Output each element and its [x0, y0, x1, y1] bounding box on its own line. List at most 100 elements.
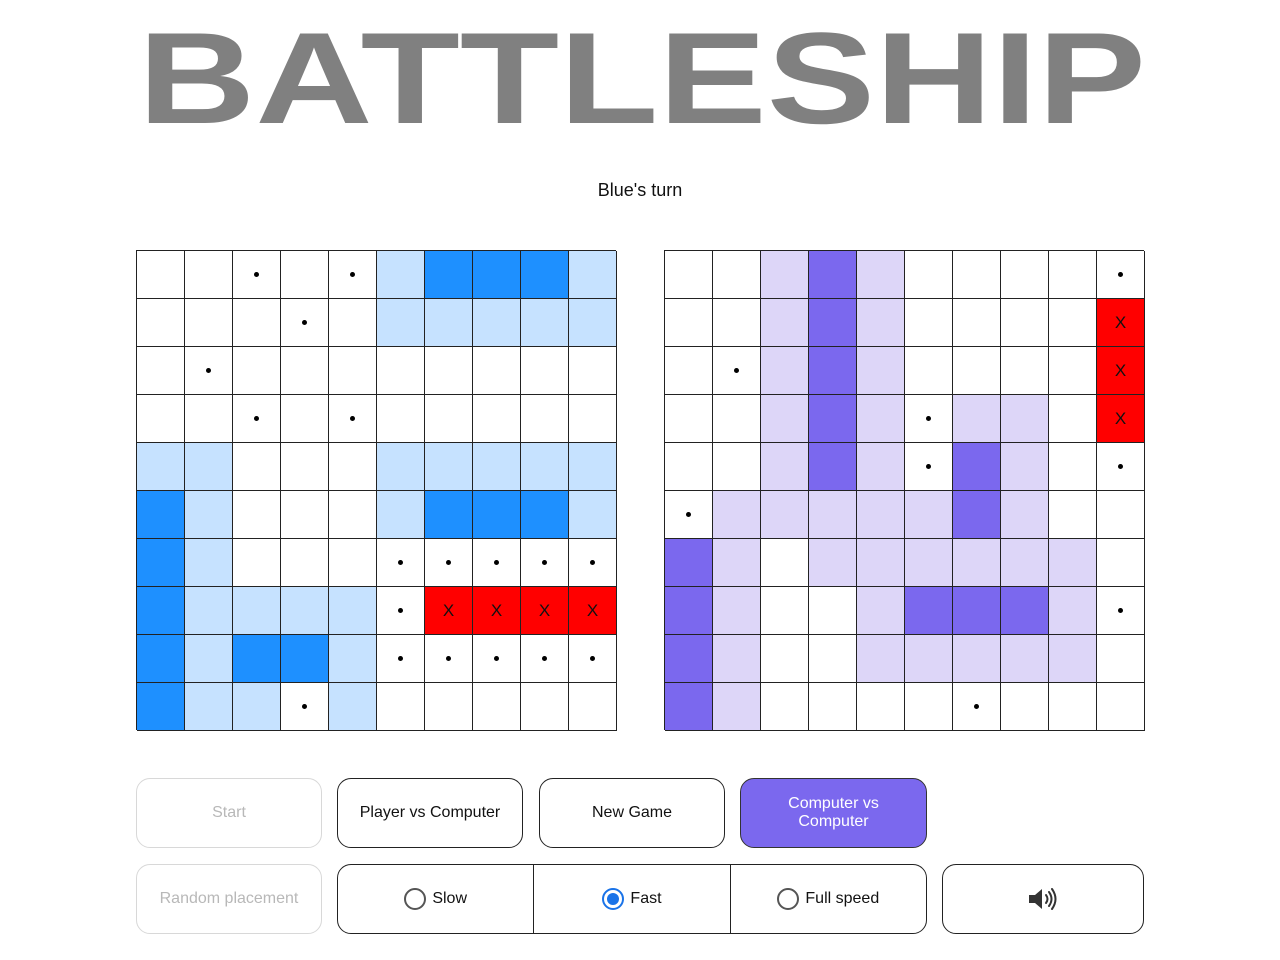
blue-board-cell[interactable]	[521, 683, 569, 731]
purple-board-cell[interactable]	[905, 347, 953, 395]
blue-board-cell[interactable]	[233, 299, 281, 347]
purple-board-cell[interactable]	[953, 683, 1001, 731]
purple-board-cell[interactable]	[761, 587, 809, 635]
blue-board-cell[interactable]: X	[569, 587, 617, 635]
blue-board-cell[interactable]	[137, 443, 185, 491]
purple-board-cell[interactable]	[1001, 683, 1049, 731]
blue-board-cell[interactable]	[329, 491, 377, 539]
purple-board-cell[interactable]	[809, 539, 857, 587]
purple-board-cell[interactable]	[713, 491, 761, 539]
purple-board-cell[interactable]	[809, 251, 857, 299]
blue-board-cell[interactable]	[425, 395, 473, 443]
blue-board-cell[interactable]	[521, 299, 569, 347]
purple-board-cell[interactable]: X	[1097, 299, 1145, 347]
blue-board-cell[interactable]	[377, 683, 425, 731]
purple-board-cell[interactable]	[1049, 347, 1097, 395]
purple-board-cell[interactable]	[1001, 347, 1049, 395]
purple-board-cell[interactable]	[713, 635, 761, 683]
blue-board-cell[interactable]	[233, 539, 281, 587]
purple-board-cell[interactable]	[809, 635, 857, 683]
purple-board-cell[interactable]	[1049, 299, 1097, 347]
blue-board-cell[interactable]	[473, 443, 521, 491]
purple-board-cell[interactable]	[1049, 683, 1097, 731]
blue-board-cell[interactable]	[425, 539, 473, 587]
blue-board-cell[interactable]	[137, 251, 185, 299]
purple-board-cell[interactable]	[953, 443, 1001, 491]
blue-board-cell[interactable]	[137, 395, 185, 443]
blue-board-cell[interactable]	[473, 395, 521, 443]
purple-board-cell[interactable]	[905, 539, 953, 587]
purple-board-cell[interactable]	[905, 683, 953, 731]
blue-board-cell[interactable]	[185, 251, 233, 299]
blue-board-cell[interactable]	[425, 443, 473, 491]
purple-board-cell[interactable]	[665, 395, 713, 443]
purple-board-cell[interactable]	[1097, 635, 1145, 683]
blue-board-cell[interactable]	[137, 491, 185, 539]
purple-board-cell[interactable]	[857, 251, 905, 299]
purple-board-cell[interactable]	[665, 539, 713, 587]
start-button[interactable]: Start	[136, 778, 322, 848]
speed-option-fast[interactable]: Fast	[533, 865, 729, 933]
blue-board-cell[interactable]	[281, 635, 329, 683]
blue-board-cell[interactable]: X	[473, 587, 521, 635]
purple-board-cell[interactable]	[809, 443, 857, 491]
blue-board-cell[interactable]	[185, 491, 233, 539]
blue-board-cell[interactable]	[569, 635, 617, 683]
blue-board-cell[interactable]	[377, 491, 425, 539]
blue-board-cell[interactable]	[425, 251, 473, 299]
blue-board-cell[interactable]	[281, 491, 329, 539]
blue-board-cell[interactable]	[281, 251, 329, 299]
blue-board-cell[interactable]	[233, 683, 281, 731]
purple-board-cell[interactable]	[905, 443, 953, 491]
purple-board-cell[interactable]	[857, 491, 905, 539]
blue-board-cell[interactable]	[473, 299, 521, 347]
blue-board-cell[interactable]	[473, 251, 521, 299]
blue-board-cell[interactable]	[521, 635, 569, 683]
purple-board-cell[interactable]	[1049, 635, 1097, 683]
speed-radio-fast[interactable]	[602, 888, 625, 910]
purple-board-cell[interactable]	[857, 539, 905, 587]
blue-board-cell[interactable]	[185, 395, 233, 443]
blue-board-cell[interactable]	[521, 539, 569, 587]
purple-board-cell[interactable]	[665, 347, 713, 395]
purple-board-cell[interactable]	[713, 443, 761, 491]
blue-board-cell[interactable]	[473, 683, 521, 731]
purple-board-cell[interactable]	[713, 683, 761, 731]
purple-board-cell[interactable]	[1001, 635, 1049, 683]
blue-board-cell[interactable]	[569, 251, 617, 299]
purple-board-cell[interactable]	[761, 539, 809, 587]
purple-board-cell[interactable]	[953, 395, 1001, 443]
purple-board-cell[interactable]	[953, 635, 1001, 683]
purple-board-cell[interactable]	[809, 587, 857, 635]
blue-board-cell[interactable]	[521, 347, 569, 395]
blue-board-cell[interactable]	[569, 347, 617, 395]
purple-board-cell[interactable]	[761, 683, 809, 731]
blue-board-cell[interactable]	[569, 539, 617, 587]
blue-board-cell[interactable]	[377, 635, 425, 683]
blue-board-cell[interactable]	[425, 491, 473, 539]
purple-board-cell[interactable]	[905, 251, 953, 299]
blue-board-cell[interactable]	[521, 443, 569, 491]
blue-board-cell[interactable]	[281, 683, 329, 731]
purple-board-cell[interactable]	[809, 683, 857, 731]
purple-board-cell[interactable]	[761, 251, 809, 299]
blue-board-cell[interactable]	[185, 635, 233, 683]
purple-board-cell[interactable]	[809, 299, 857, 347]
purple-board-cell[interactable]	[857, 635, 905, 683]
blue-board-cell[interactable]	[281, 587, 329, 635]
blue-board-cell[interactable]	[329, 443, 377, 491]
speed-radio-slow[interactable]	[404, 888, 427, 910]
purple-board-cell[interactable]	[713, 587, 761, 635]
purple-board-cell[interactable]	[665, 251, 713, 299]
blue-board-cell[interactable]	[281, 539, 329, 587]
blue-board-cell[interactable]	[329, 395, 377, 443]
purple-board-cell[interactable]	[905, 587, 953, 635]
blue-board-cell[interactable]: X	[425, 587, 473, 635]
purple-board-cell[interactable]	[713, 395, 761, 443]
blue-board-cell[interactable]	[329, 299, 377, 347]
blue-board-cell[interactable]	[185, 299, 233, 347]
purple-board-cell[interactable]	[1001, 299, 1049, 347]
blue-board-cell[interactable]	[185, 443, 233, 491]
blue-board-cell[interactable]	[425, 347, 473, 395]
blue-board-cell[interactable]	[377, 347, 425, 395]
